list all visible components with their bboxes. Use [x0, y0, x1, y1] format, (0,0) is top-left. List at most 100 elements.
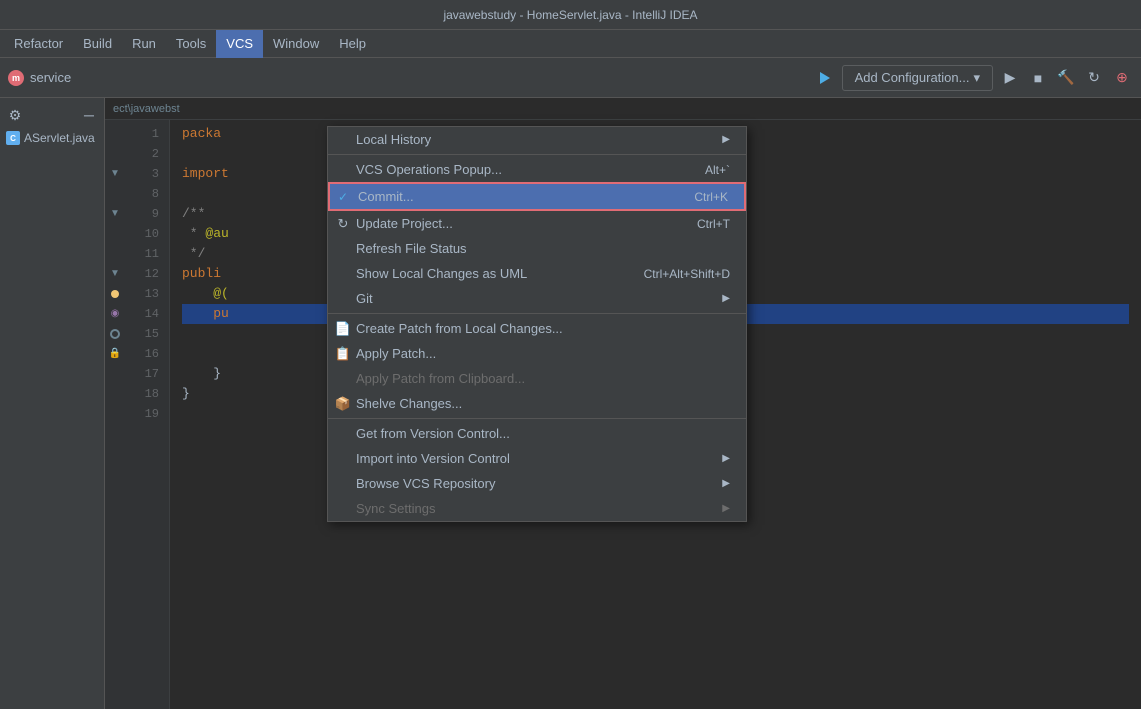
- vcs-menu-shelve-changes[interactable]: 📦 Shelve Changes...: [328, 391, 746, 416]
- menu-vcs[interactable]: VCS: [216, 30, 263, 58]
- fold-icon-3[interactable]: ▼: [110, 164, 120, 184]
- vcs-menu-update-project[interactable]: ↻ Update Project... Ctrl+T: [328, 211, 746, 236]
- vcs-menu-git[interactable]: Git ▶: [328, 286, 746, 311]
- keyword-package: packa: [182, 124, 221, 144]
- override-arrow: ◉: [111, 304, 120, 324]
- minimize-icon-button[interactable]: ─: [80, 106, 98, 124]
- brace-close-inner: }: [182, 364, 221, 384]
- menu-build[interactable]: Build: [73, 30, 122, 58]
- vcs-menu-browse-vcs[interactable]: Browse VCS Repository ▶: [328, 471, 746, 496]
- gutter-row-3: ▼: [105, 164, 125, 184]
- shelve-changes-label: Shelve Changes...: [356, 396, 730, 411]
- menu-run[interactable]: Run: [122, 30, 166, 58]
- sync-settings-label: Sync Settings: [356, 501, 722, 516]
- title-bar: javawebstudy - HomeServlet.java - Intell…: [0, 0, 1141, 30]
- gutter-row-8: ▼: [105, 264, 125, 284]
- add-configuration-button[interactable]: Add Configuration... ▾: [842, 65, 993, 91]
- file-item-aservlet[interactable]: C AServlet.java: [0, 128, 104, 148]
- service-icon: m: [8, 70, 24, 86]
- commit-checkmark: ✓: [338, 190, 348, 204]
- menu-refactor[interactable]: Refactor: [4, 30, 73, 58]
- sidebar-top-bar: ⚙ ─: [0, 102, 104, 128]
- comment-author: *: [182, 224, 205, 244]
- separator-3: [328, 418, 746, 419]
- debug-button[interactable]: ▶: [999, 67, 1021, 89]
- fold-icon-8[interactable]: ▼: [110, 264, 120, 284]
- git-arrow: ▶: [722, 293, 730, 304]
- fold-icon-5[interactable]: ▼: [110, 204, 120, 224]
- gutter-row-6: [105, 224, 125, 244]
- vcs-menu-apply-patch-clipboard[interactable]: Apply Patch from Clipboard...: [328, 366, 746, 391]
- show-local-changes-shortcut: Ctrl+Alt+Shift+D: [644, 267, 730, 281]
- vcs-menu-sync-settings[interactable]: Sync Settings ▶: [328, 496, 746, 521]
- shelve-icon: 📦: [336, 397, 350, 411]
- import-vcs-arrow: ▶: [722, 453, 730, 464]
- add-config-label: Add Configuration...: [855, 70, 970, 85]
- create-patch-label: Create Patch from Local Changes...: [356, 321, 730, 336]
- apply-patch-icon: 📋: [336, 347, 350, 361]
- stop-button[interactable]: ■: [1027, 67, 1049, 89]
- vcs-menu-get-from-vcs[interactable]: Get from Version Control...: [328, 421, 746, 446]
- sync-settings-arrow: ▶: [722, 503, 730, 514]
- operations-popup-label: VCS Operations Popup...: [356, 162, 675, 177]
- separator-2: [328, 313, 746, 314]
- at-annotation: @(: [213, 284, 229, 304]
- show-local-changes-label: Show Local Changes as UML: [356, 266, 614, 281]
- vcs-menu-operations-popup[interactable]: VCS Operations Popup... Alt+`: [328, 157, 746, 182]
- settings-icon-button[interactable]: ⚙: [6, 106, 24, 124]
- vcs-menu-commit[interactable]: ✓ Commit... Ctrl+K: [328, 182, 746, 211]
- service-selector[interactable]: m service: [8, 70, 71, 86]
- vcs-menu-apply-patch[interactable]: 📋 Apply Patch...: [328, 341, 746, 366]
- toolbar: m service Add Configuration... ▾ ▶ ■ 🔨 ↻…: [0, 58, 1141, 98]
- keyword-public: publi: [182, 264, 221, 284]
- browse-vcs-arrow: ▶: [722, 478, 730, 489]
- main-layout: ⚙ ─ C AServlet.java ect\javawebst ▼ ▼: [0, 98, 1141, 709]
- breakpoint-circle[interactable]: [110, 329, 120, 339]
- warning-dot: [111, 290, 119, 298]
- refresh-status-label: Refresh File Status: [356, 241, 730, 256]
- vcs-menu-import-vcs[interactable]: Import into Version Control ▶: [328, 446, 746, 471]
- vcs-menu-refresh-status[interactable]: Refresh File Status: [328, 236, 746, 261]
- browse-vcs-label: Browse VCS Repository: [356, 476, 722, 491]
- gutter-row-2: [105, 144, 125, 164]
- annotation-text: @au: [205, 224, 228, 244]
- update-icon: ↻: [336, 217, 350, 231]
- file-label: AServlet.java: [24, 131, 95, 145]
- local-history-label: Local History: [356, 132, 722, 147]
- menu-help[interactable]: Help: [329, 30, 376, 58]
- run-arrow-icon: [816, 70, 832, 86]
- apply-patch-clipboard-label: Apply Patch from Clipboard...: [356, 371, 730, 386]
- breadcrumb-text: ect\javawebst: [113, 103, 180, 115]
- commit-label: Commit...: [358, 189, 664, 204]
- vcs-menu-create-patch[interactable]: 📄 Create Patch from Local Changes...: [328, 316, 746, 341]
- breadcrumb-bar: ect\javawebst: [105, 98, 1141, 120]
- sidebar: ⚙ ─ C AServlet.java: [0, 98, 105, 709]
- gutter-row-4: [105, 184, 125, 204]
- apply-patch-label: Apply Patch...: [356, 346, 730, 361]
- method-line: [182, 304, 213, 324]
- update-project-shortcut: Ctrl+T: [697, 217, 730, 231]
- comment-start: /**: [182, 204, 205, 224]
- menu-tools[interactable]: Tools: [166, 30, 216, 58]
- menu-window[interactable]: Window: [263, 30, 329, 58]
- sync-button[interactable]: ↻: [1083, 67, 1105, 89]
- vcs-menu-local-history[interactable]: Local History ▶: [328, 127, 746, 152]
- commit-shortcut: Ctrl+K: [694, 190, 728, 204]
- gutter-row-9: [105, 284, 125, 304]
- search-everywhere-button[interactable]: ⊕: [1111, 67, 1133, 89]
- gutter-row-12: 🔒: [105, 344, 125, 364]
- vcs-menu-show-local-changes[interactable]: Show Local Changes as UML Ctrl+Alt+Shift…: [328, 261, 746, 286]
- get-from-vcs-label: Get from Version Control...: [356, 426, 730, 441]
- lock-icon: 🔒: [109, 344, 121, 364]
- add-config-arrow: ▾: [973, 70, 980, 86]
- menu-bar: Refactor Build Run Tools VCS Window Help: [0, 30, 1141, 58]
- file-icon: C: [6, 131, 20, 145]
- create-patch-icon: 📄: [336, 322, 350, 336]
- comment-end: */: [182, 244, 205, 264]
- git-label: Git: [356, 291, 722, 306]
- update-project-label: Update Project...: [356, 216, 667, 231]
- import-vcs-label: Import into Version Control: [356, 451, 722, 466]
- service-label: service: [30, 70, 71, 85]
- build-project-button[interactable]: 🔨: [1055, 67, 1077, 89]
- gutter-row-10: ◉: [105, 304, 125, 324]
